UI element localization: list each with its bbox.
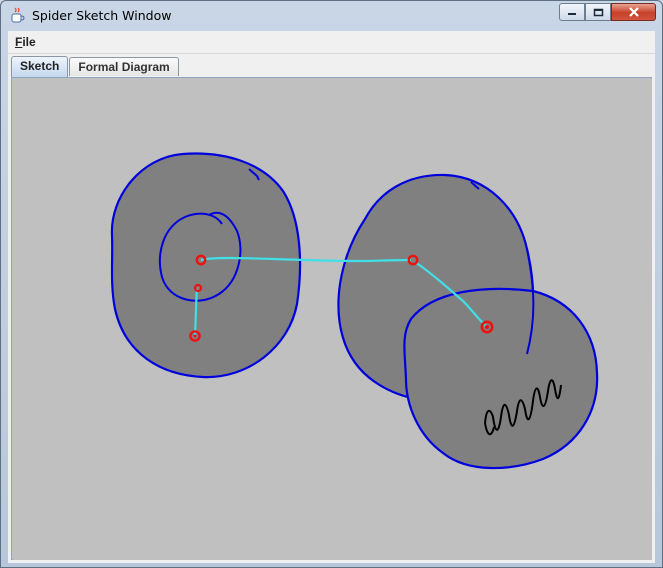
sketch-region-left bbox=[110, 152, 302, 379]
maximize-icon bbox=[593, 8, 603, 16]
menu-file-rest: ile bbox=[22, 35, 36, 49]
window-controls bbox=[559, 3, 656, 21]
java-cup-icon bbox=[11, 7, 25, 23]
tab-formal-diagram[interactable]: Formal Diagram bbox=[69, 57, 179, 76]
tab-sketch[interactable]: Sketch bbox=[11, 56, 69, 77]
close-button[interactable] bbox=[611, 3, 656, 21]
sketch-panel bbox=[11, 77, 652, 560]
minimize-button[interactable] bbox=[559, 3, 585, 21]
app-window: Spider Sketch Window File Sketch Formal … bbox=[0, 0, 663, 568]
maximize-button[interactable] bbox=[585, 3, 611, 21]
minimize-icon bbox=[568, 13, 576, 15]
window-client: File Sketch Formal Diagram bbox=[8, 31, 655, 563]
tab-strip: Sketch Formal Diagram bbox=[11, 56, 180, 77]
close-icon bbox=[628, 7, 639, 17]
sketch-canvas[interactable] bbox=[13, 79, 652, 560]
title-bar[interactable]: Spider Sketch Window bbox=[1, 1, 662, 31]
sketch-region-lower bbox=[403, 287, 599, 470]
menu-file[interactable]: File bbox=[15, 35, 36, 49]
menu-bar: File bbox=[8, 31, 655, 54]
window-title: Spider Sketch Window bbox=[32, 8, 172, 23]
